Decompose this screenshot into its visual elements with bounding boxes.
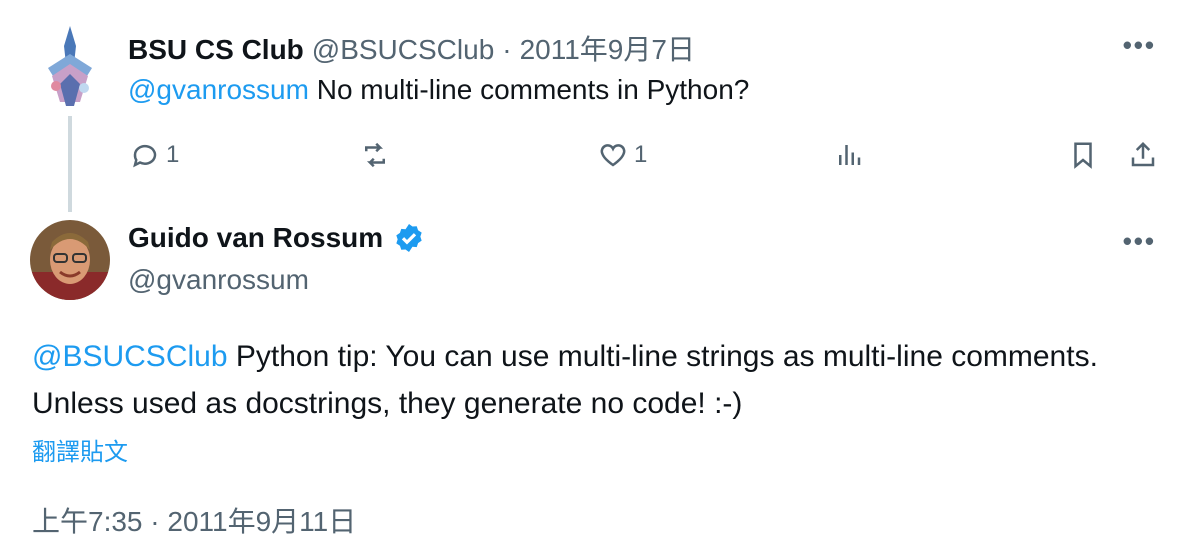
verified-badge-icon xyxy=(396,224,422,252)
share-icon xyxy=(1131,141,1155,167)
reply-button[interactable]: 1 xyxy=(130,140,179,170)
retweet-button[interactable] xyxy=(360,140,390,170)
share-button[interactable] xyxy=(1128,140,1158,170)
tweet-header: BSU CS Club @BSUCSClub · 2011年9月7日 xyxy=(128,28,695,68)
more-options-button[interactable]: ••• xyxy=(1123,226,1156,257)
bookmark-icon xyxy=(1074,142,1092,169)
tweet-date[interactable]: 2011年9月7日 xyxy=(520,28,695,68)
author-handle[interactable]: @gvanrossum xyxy=(128,264,309,296)
translate-link[interactable]: 翻譯貼文 xyxy=(32,432,128,467)
author-row: Guido van Rossum xyxy=(128,222,425,254)
bookmark-button[interactable] xyxy=(1068,140,1098,170)
mention-link[interactable]: @gvanrossum xyxy=(128,74,309,105)
retweet-icon xyxy=(365,142,385,168)
guido-avatar[interactable] xyxy=(30,220,110,300)
more-icon: ••• xyxy=(1122,226,1156,256)
more-options-button[interactable]: ••• xyxy=(1123,30,1156,61)
author-name[interactable]: BSU CS Club xyxy=(128,34,304,66)
like-count: 1 xyxy=(634,141,648,168)
author-name[interactable]: Guido van Rossum xyxy=(128,222,383,254)
like-button[interactable]: 1 xyxy=(598,140,647,170)
thread-connector-line xyxy=(68,116,72,212)
views-icon xyxy=(839,145,861,165)
tweet-timestamp[interactable]: 上午7:35 · 2011年9月11日 xyxy=(32,500,356,540)
reply-count: 1 xyxy=(166,141,180,168)
tweet-text: @BSUCSClub Python tip: You can use multi… xyxy=(32,334,1152,427)
mention-link[interactable]: @BSUCSClub xyxy=(32,340,228,373)
more-icon: ••• xyxy=(1122,30,1156,60)
bsucs-avatar[interactable] xyxy=(40,24,100,108)
tweet-text: @gvanrossum No multi-line comments in Py… xyxy=(128,72,749,108)
views-button[interactable] xyxy=(834,140,864,170)
tweet-body: No multi-line comments in Python? xyxy=(308,74,750,105)
reply-icon xyxy=(133,144,157,168)
author-handle[interactable]: @BSUCSClub xyxy=(312,34,494,66)
like-icon xyxy=(600,144,626,167)
header-separator: · xyxy=(502,34,512,65)
